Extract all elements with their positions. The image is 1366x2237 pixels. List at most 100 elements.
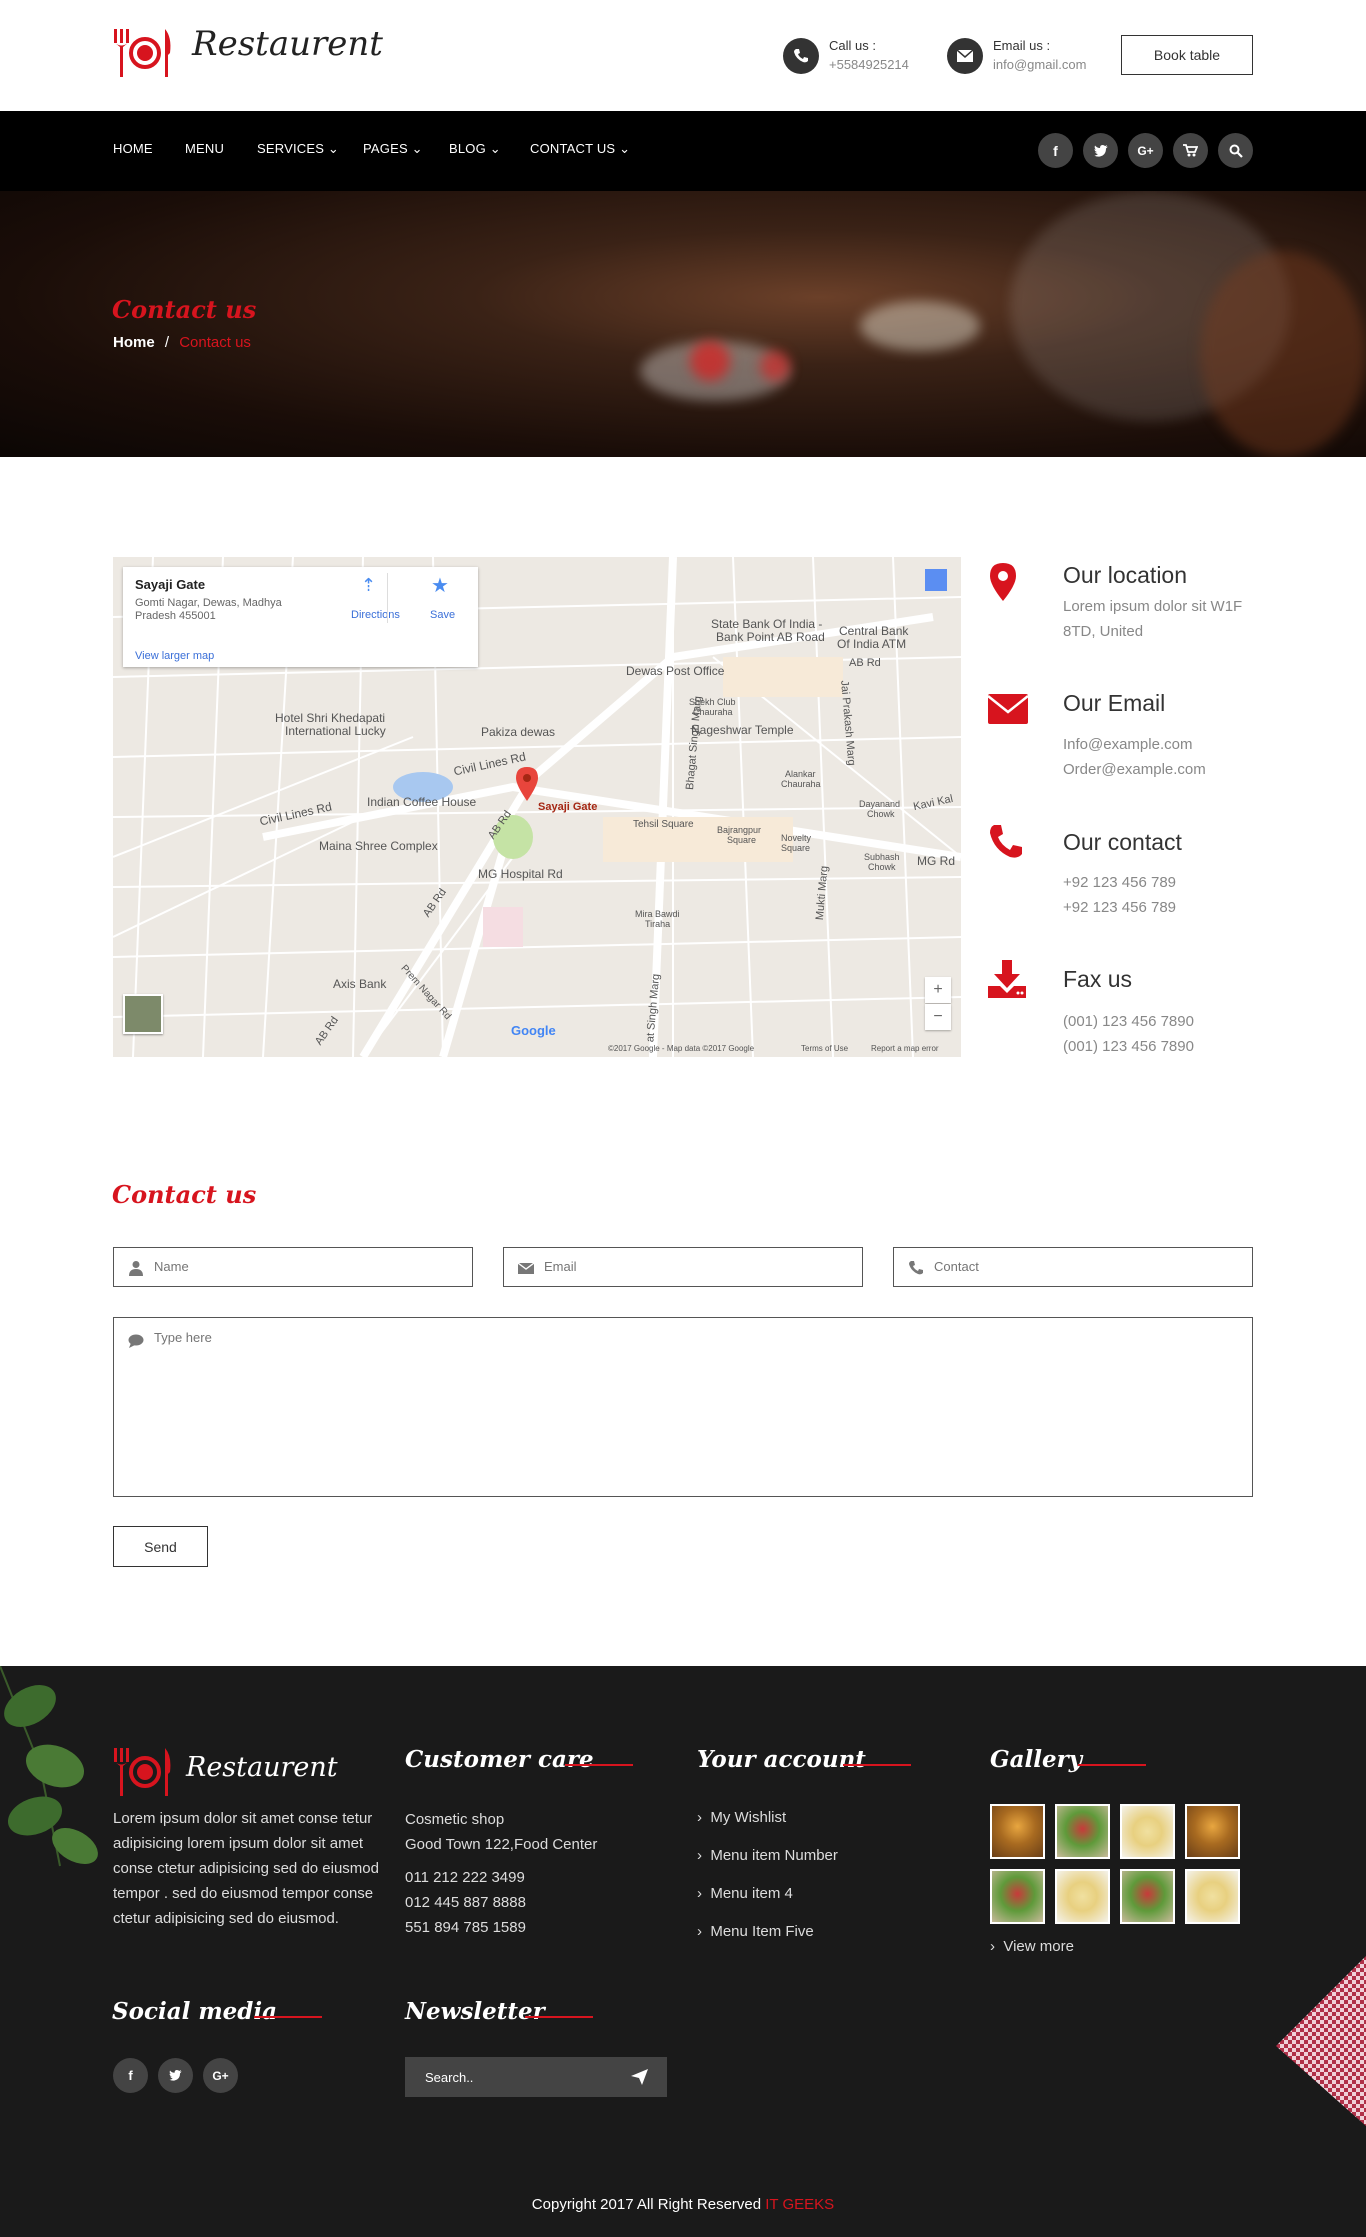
cart-icon[interactable] [1173,133,1208,168]
gallery-thumb-2[interactable] [1055,1804,1110,1859]
hero-decor [760,351,790,381]
gallery-thumb-7[interactable] [1120,1869,1175,1924]
info-contact-line2[interactable]: +92 123 456 789 [1063,899,1176,916]
pegman-icon[interactable] [925,569,947,591]
gallery-thumb-1[interactable] [990,1804,1045,1859]
account-link-menu-five[interactable]: › Menu Item Five [697,1923,814,1940]
care-phone-1[interactable]: 011 212 222 3499 [405,1865,525,1890]
care-line-2: Good Town 122,Food Center [405,1836,598,1853]
gallery-thumb-3[interactable] [1120,1804,1175,1859]
nav-services[interactable]: SERVICES ⌄ [257,141,339,157]
heading-underline [1078,1764,1146,1766]
info-contact-line1[interactable]: +92 123 456 789 [1063,874,1176,891]
chevron-right-icon: › [697,1847,702,1864]
google-map[interactable]: Sayaji Gate Gomti Nagar, Dewas, Madhya P… [113,557,961,1057]
name-input[interactable] [154,1259,454,1274]
care-phone-2[interactable]: 012 445 887 8888 [405,1890,526,1915]
comment-icon [128,1334,144,1348]
footer: Restaurent Lorem ipsum dolor sit amet co… [0,1666,1366,2237]
zoom-out-button[interactable]: − [925,1004,951,1030]
account-link-menu-number[interactable]: › Menu item Number [697,1847,838,1864]
gallery-thumb-4[interactable] [1185,1804,1240,1859]
directions-link[interactable]: Directions [351,609,400,621]
email-label: Email us : [993,38,1051,53]
message-textarea[interactable] [154,1330,1234,1480]
info-fax-line1: (001) 123 456 7890 [1063,1013,1194,1030]
contact-field[interactable] [893,1247,1253,1287]
map-pin-icon[interactable] [516,767,538,801]
checkered-cloth-decoration [1276,1956,1366,2126]
account-link-wishlist[interactable]: › My Wishlist [697,1809,786,1826]
footer-facebook-icon[interactable]: f [113,2058,148,2093]
google-plus-icon[interactable]: G+ [1128,133,1163,168]
chevron-right-icon: › [697,1809,702,1826]
map-label: Of India ATM [837,637,907,651]
nav-contact-us[interactable]: CONTACT US ⌄ [530,141,630,157]
breadcrumb-separator: / [164,334,170,351]
name-field[interactable] [113,1247,473,1287]
message-field[interactable] [113,1317,1253,1497]
map-label: State Bank Of India - [711,617,823,631]
newsletter-input[interactable] [425,2067,625,2087]
copyright-brand[interactable]: IT GEEKS [765,2196,834,2213]
report-link[interactable]: Report a map error [871,1044,939,1053]
email-field[interactable] [503,1247,863,1287]
send-plane-icon[interactable] [631,2069,648,2085]
satellite-toggle[interactable] [123,994,163,1034]
breadcrumb-home[interactable]: Home [113,334,155,351]
nav-blog[interactable]: BLOG ⌄ [449,141,501,157]
location-pin-icon [990,563,1016,601]
main-nav: HOME MENU SERVICES ⌄ PAGES ⌄ BLOG ⌄ CONT… [0,111,1366,191]
map-label: Tiraha [645,919,671,929]
view-larger-map-link[interactable]: View larger map [135,650,214,662]
contact-input[interactable] [934,1259,1234,1274]
map-label: Central Bank [839,624,909,638]
book-table-button[interactable]: Book table [1121,35,1253,75]
hero-decor [860,301,980,351]
map-label: Tehsil Square [633,819,694,830]
map-label: MG Hospital Rd [478,867,563,881]
facebook-icon[interactable]: f [1038,133,1073,168]
map-label: International Lucky [285,724,386,738]
heading-underline [525,2016,593,2018]
twitter-icon[interactable] [1083,133,1118,168]
card-divider [387,573,388,623]
save-link[interactable]: Save [430,609,455,621]
top-header: Restaurent Call us : +5584925214 Email u… [0,0,1366,111]
account-link-menu-4[interactable]: › Menu item 4 [697,1885,793,1902]
map-label: Novelty [781,833,812,843]
map-label: Square [727,835,757,845]
nav-menu[interactable]: MENU [185,141,224,156]
chevron-down-icon: ⌄ [411,141,423,156]
send-button[interactable]: Send [113,1526,208,1567]
chevron-right-icon: › [697,1923,702,1940]
gallery-view-more-link[interactable]: › View more [990,1938,1074,1955]
email-value[interactable]: info@gmail.com [993,57,1086,72]
call-value[interactable]: +5584925214 [829,57,909,72]
map-label: Dewas Post Office [626,664,725,678]
envelope-icon [947,38,983,74]
care-phone-3[interactable]: 551 894 785 1589 [405,1915,526,1940]
search-icon[interactable] [1218,133,1253,168]
nav-pages[interactable]: PAGES ⌄ [363,141,423,157]
email-input[interactable] [544,1259,844,1274]
map-label: AB Rd [849,657,881,669]
info-email-line2[interactable]: Order@example.com [1063,761,1206,778]
terms-link[interactable]: Terms of Use [801,1044,848,1053]
directions-icon[interactable]: ⇡ [361,575,376,596]
info-location-line1: Lorem ipsum dolor sit W1F [1063,598,1243,615]
footer-google-plus-icon[interactable]: G+ [203,2058,238,2093]
footer-brand-name: Restaurent [186,1752,338,1783]
nav-home[interactable]: HOME [113,141,153,156]
star-icon[interactable]: ★ [431,573,449,598]
gallery-thumb-6[interactable] [1055,1869,1110,1924]
zoom-in-button[interactable]: + [925,977,951,1003]
map-label: Subhash [864,852,900,862]
footer-twitter-icon[interactable] [158,2058,193,2093]
gallery-thumb-8[interactable] [1185,1869,1240,1924]
gallery-thumb-5[interactable] [990,1869,1045,1924]
customer-care-heading: Customer care [405,1746,594,1773]
info-email-line1[interactable]: Info@example.com [1063,736,1192,753]
phone-icon [783,38,819,74]
hero-decor [690,341,730,381]
